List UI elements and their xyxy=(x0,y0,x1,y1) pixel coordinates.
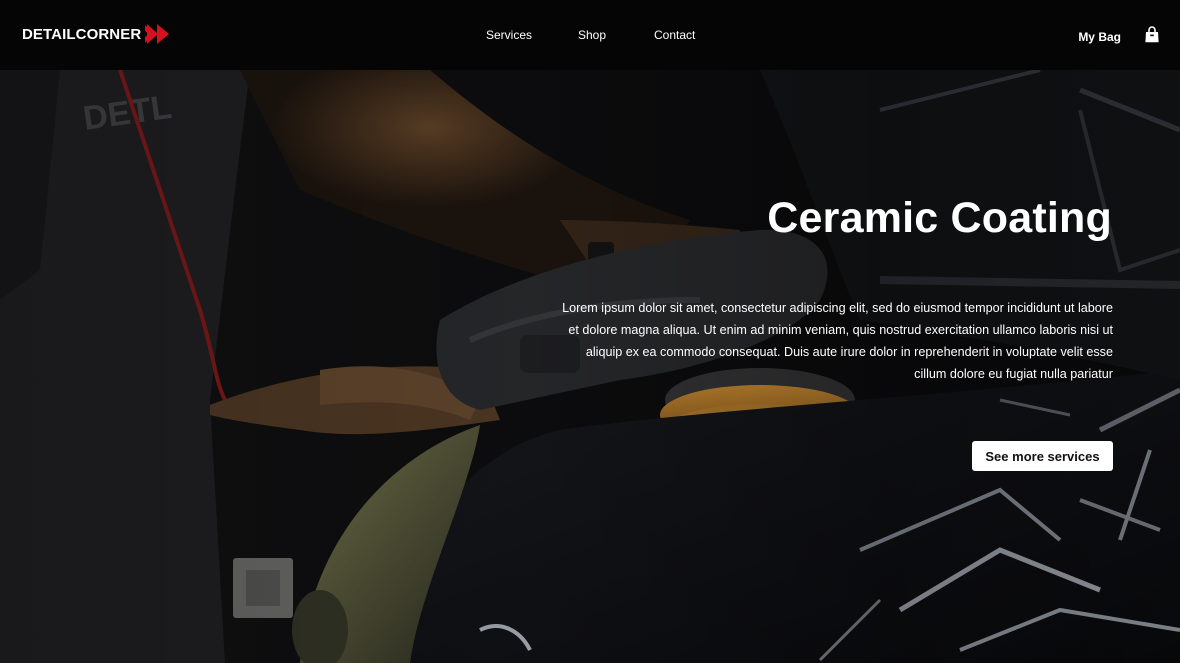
double-chevron-right-icon xyxy=(145,24,170,44)
nav-link-shop[interactable]: Shop xyxy=(578,28,606,42)
page: DETAILCORNER Services Shop Contact My Ba… xyxy=(0,0,1180,663)
see-more-services-button[interactable]: See more services xyxy=(972,441,1113,471)
shopping-bag-icon[interactable] xyxy=(1145,26,1159,43)
my-bag-link[interactable]: My Bag xyxy=(1078,30,1121,44)
hero-title: Ceramic Coating xyxy=(767,194,1112,242)
brand-name: DETAILCORNER xyxy=(22,25,142,43)
hero-description: Lorem ipsum dolor sit amet, consectetur … xyxy=(562,301,1113,381)
hero-section: DETL xyxy=(0,70,1180,663)
top-navbar: DETAILCORNER Services Shop Contact My Ba… xyxy=(0,0,1180,70)
nav-link-contact[interactable]: Contact xyxy=(654,28,695,42)
brand-logo[interactable]: DETAILCORNER xyxy=(22,24,171,44)
nav-link-services[interactable]: Services xyxy=(486,28,532,42)
